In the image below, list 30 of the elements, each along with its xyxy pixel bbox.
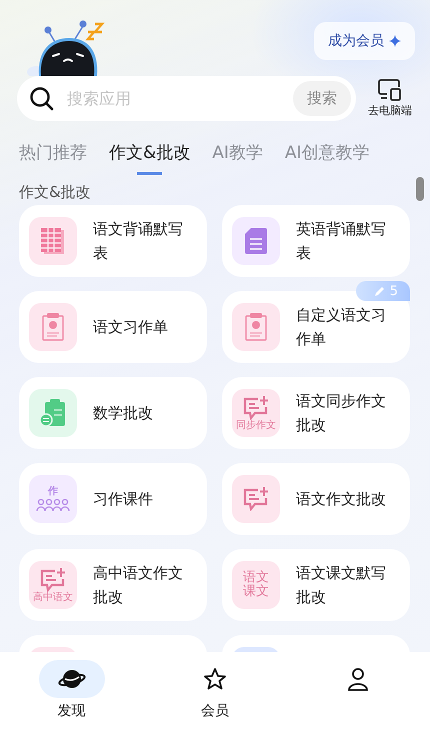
app-card[interactable]: 英语背诵默写表 [222, 205, 410, 277]
app-card[interactable]: 数学批改 [19, 377, 207, 449]
app-name: 数学批改 [93, 403, 154, 424]
desktop-version-button[interactable]: 去电脑端 [362, 79, 418, 118]
app-card[interactable]: 语文课文 语文课文默写批改 [222, 549, 410, 621]
app-name: 习作课件 [93, 489, 154, 510]
app-name: 自定义语文习作单 [296, 305, 387, 350]
app-name: 英语背诵默写表 [296, 219, 387, 264]
app-card[interactable]: 语文作文批改 [222, 463, 410, 535]
category-tab[interactable]: 作文&批改 [109, 141, 190, 175]
app-card[interactable]: 高中语文 高中语文作文批改 [19, 549, 207, 621]
app-name: 语文背诵默写表 [93, 219, 184, 264]
icon-caption: 语文课文 [242, 570, 270, 600]
app-card[interactable]: 语文背诵默写表 [19, 205, 207, 277]
become-member-button[interactable]: 成为会员 [314, 22, 415, 60]
app-card[interactable]: 同步作文 语文同步作文批改 [222, 377, 410, 449]
nav-tab[interactable]: 发现 [0, 660, 144, 736]
nav-tab[interactable]: 会员 [143, 660, 287, 736]
icon-caption: 同步作文 [236, 420, 276, 430]
app-card[interactable]: 语文习作单 [19, 291, 207, 363]
app-name: 语文同步作文批改 [296, 391, 387, 436]
icon-caption: 高中语文 [33, 592, 73, 602]
app-name: 语文课文默写批改 [296, 563, 387, 608]
app-name: 语文习作单 [93, 317, 169, 338]
app-name: 语文作文批改 [296, 489, 387, 510]
app-card[interactable]: 作 习作课件 [19, 463, 207, 535]
app-name: 高中语文作文批改 [93, 563, 184, 608]
section-title: 作文&批改 [19, 183, 91, 202]
icon-caption: 作 [48, 486, 58, 496]
count-badge: 5 [356, 281, 410, 301]
